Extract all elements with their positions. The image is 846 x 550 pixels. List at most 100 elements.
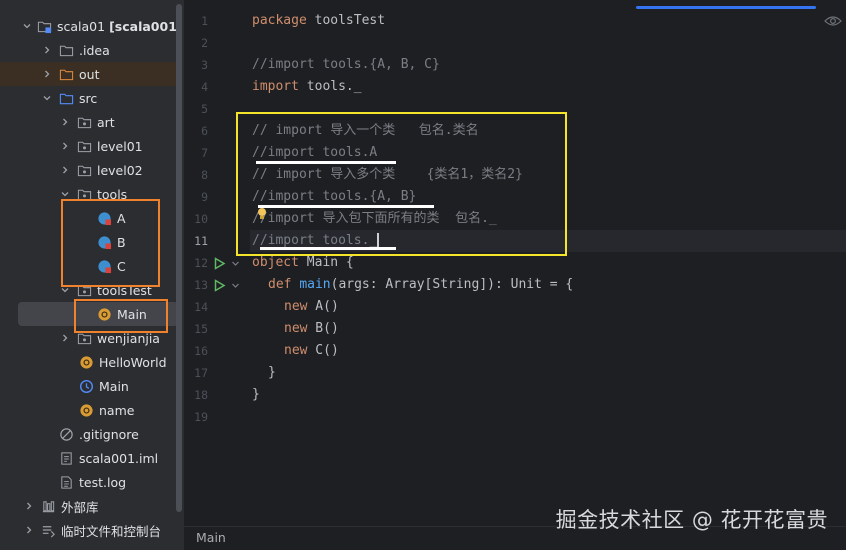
module-folder-icon xyxy=(36,18,52,34)
package-icon xyxy=(76,186,92,202)
chevron-right-icon[interactable] xyxy=(40,43,54,57)
package-icon xyxy=(76,114,92,130)
keyword: new xyxy=(284,299,308,314)
tree-row-root[interactable]: scala01 [scala001] E: xyxy=(0,14,183,38)
package-icon xyxy=(76,330,92,346)
tree-row-name[interactable]: name xyxy=(0,398,178,422)
line-number: 9 xyxy=(201,190,208,204)
tree-row-level01[interactable]: level01 xyxy=(0,134,178,158)
tree-item-label: toolsTest xyxy=(97,282,152,298)
tree-item-label: Main xyxy=(117,306,147,322)
chevron-right-icon[interactable] xyxy=(40,67,54,81)
code-line-18: } xyxy=(252,387,260,402)
chevron-down-icon[interactable] xyxy=(58,187,72,201)
scala-app-icon xyxy=(78,378,94,394)
keyword: import xyxy=(252,79,299,94)
tree-row-level02[interactable]: level02 xyxy=(0,158,178,182)
library-icon xyxy=(40,498,56,514)
tree-row-out[interactable]: out xyxy=(0,62,178,86)
tree-row-helloworld[interactable]: HelloWorld xyxy=(0,350,178,374)
line-number: 12 xyxy=(194,256,208,270)
chevron-right-icon[interactable] xyxy=(22,499,36,513)
fold-icon[interactable] xyxy=(231,274,241,296)
code-line-12: object Main { xyxy=(252,252,354,274)
tree-item-label: .gitignore xyxy=(79,426,139,442)
line-number: 17 xyxy=(194,366,208,380)
line-number-current: 11 xyxy=(194,234,208,248)
line-number: 5 xyxy=(201,102,208,116)
line-number: 18 xyxy=(194,388,208,402)
code-line-13: def main(args: Array[String]): Unit = { xyxy=(268,274,573,296)
package-icon xyxy=(76,138,92,154)
chevron-down-icon[interactable] xyxy=(58,283,72,297)
package-icon xyxy=(76,162,92,178)
tree-row-iml[interactable]: scala001.iml xyxy=(0,446,178,470)
tree-item-label: out xyxy=(79,66,100,82)
code-text: (args: Array[String]): Unit = { xyxy=(330,277,574,292)
status-breadcrumb[interactable]: Main xyxy=(196,530,226,545)
folder-icon xyxy=(58,42,74,58)
tree-item-label: A xyxy=(117,210,126,226)
chevron-right-icon[interactable] xyxy=(58,163,72,177)
line-number: 6 xyxy=(201,124,208,138)
code-text: A() xyxy=(307,299,339,314)
chevron-right-icon[interactable] xyxy=(58,115,72,129)
line-number: 10 xyxy=(194,212,208,226)
line-number: 15 xyxy=(194,322,208,336)
code-line-14: new A() xyxy=(284,296,339,318)
tree-row-class-c[interactable]: C xyxy=(0,254,178,278)
tree-row-main-selected[interactable]: Main xyxy=(18,302,178,326)
chevron-right-icon[interactable] xyxy=(22,523,36,537)
keyword: object xyxy=(252,255,299,270)
tree-item-label: name xyxy=(99,402,135,418)
source-folder-icon xyxy=(58,90,74,106)
tree-row-toolstest[interactable]: toolsTest xyxy=(0,278,178,302)
line-number: 3 xyxy=(201,58,208,72)
tree-item-label: C xyxy=(117,258,126,274)
tree-row-testlog[interactable]: test.log xyxy=(0,470,178,494)
tree-scrollbar[interactable] xyxy=(176,4,182,512)
eye-icon[interactable] xyxy=(824,14,842,28)
code-line-1: package toolsTest xyxy=(252,10,385,32)
watermark-text: 掘金技术社区 @ 花开花富贵 xyxy=(555,508,828,532)
tree-item-label: B xyxy=(117,234,126,250)
tree-row-gitignore[interactable]: .gitignore xyxy=(0,422,178,446)
tree-item-label: scala001.iml xyxy=(79,450,159,466)
chevron-right-icon[interactable] xyxy=(58,331,72,345)
editor-scroll-indicator[interactable] xyxy=(636,6,816,9)
tree-row-class-a[interactable]: A xyxy=(0,206,178,230)
tree-row-external-libraries[interactable]: 外部库 xyxy=(0,494,178,518)
function-name: main xyxy=(299,277,331,292)
tree-row-art[interactable]: art xyxy=(0,110,178,134)
line-number: 8 xyxy=(201,168,208,182)
tree-row-idea[interactable]: .idea xyxy=(0,38,178,62)
scala-object-icon xyxy=(96,306,112,322)
code-line-3: //import tools.{A, B, C} xyxy=(252,57,440,72)
run-icon[interactable] xyxy=(213,252,227,274)
chevron-right-icon[interactable] xyxy=(58,139,72,153)
code-text: Main { xyxy=(298,255,354,270)
scala-class-icon xyxy=(96,210,112,226)
tree-row-wenjianjia[interactable]: wenjianjia xyxy=(0,326,178,350)
code-line-6: // import 导入一个类 包名.类名 xyxy=(252,123,479,138)
tree-row-class-b[interactable]: B xyxy=(0,230,178,254)
lightbulb-icon[interactable] xyxy=(256,207,268,221)
fold-icon[interactable] xyxy=(231,252,241,274)
run-icon[interactable] xyxy=(213,274,227,296)
tree-item-label: .idea xyxy=(79,42,110,58)
text-file-icon xyxy=(58,474,74,490)
code-text: tools._ xyxy=(298,79,362,94)
tree-row-src[interactable]: src xyxy=(0,86,178,110)
tree-row-main[interactable]: Main xyxy=(0,374,178,398)
package-icon xyxy=(76,282,92,298)
code-editor[interactable]: package toolsTest //import tools.{A, B, … xyxy=(250,0,846,526)
keyword: new xyxy=(284,343,308,358)
line-number: 2 xyxy=(201,36,208,50)
chevron-down-icon[interactable] xyxy=(40,91,54,105)
root-module: [scala001] xyxy=(109,18,183,34)
tree-row-scratches[interactable]: 临时文件和控制台 xyxy=(0,518,178,542)
scala-object-icon xyxy=(78,354,94,370)
chevron-down-icon[interactable] xyxy=(22,19,32,33)
tree-row-tools[interactable]: tools xyxy=(0,182,178,206)
tree-item-label: tools xyxy=(97,186,128,202)
